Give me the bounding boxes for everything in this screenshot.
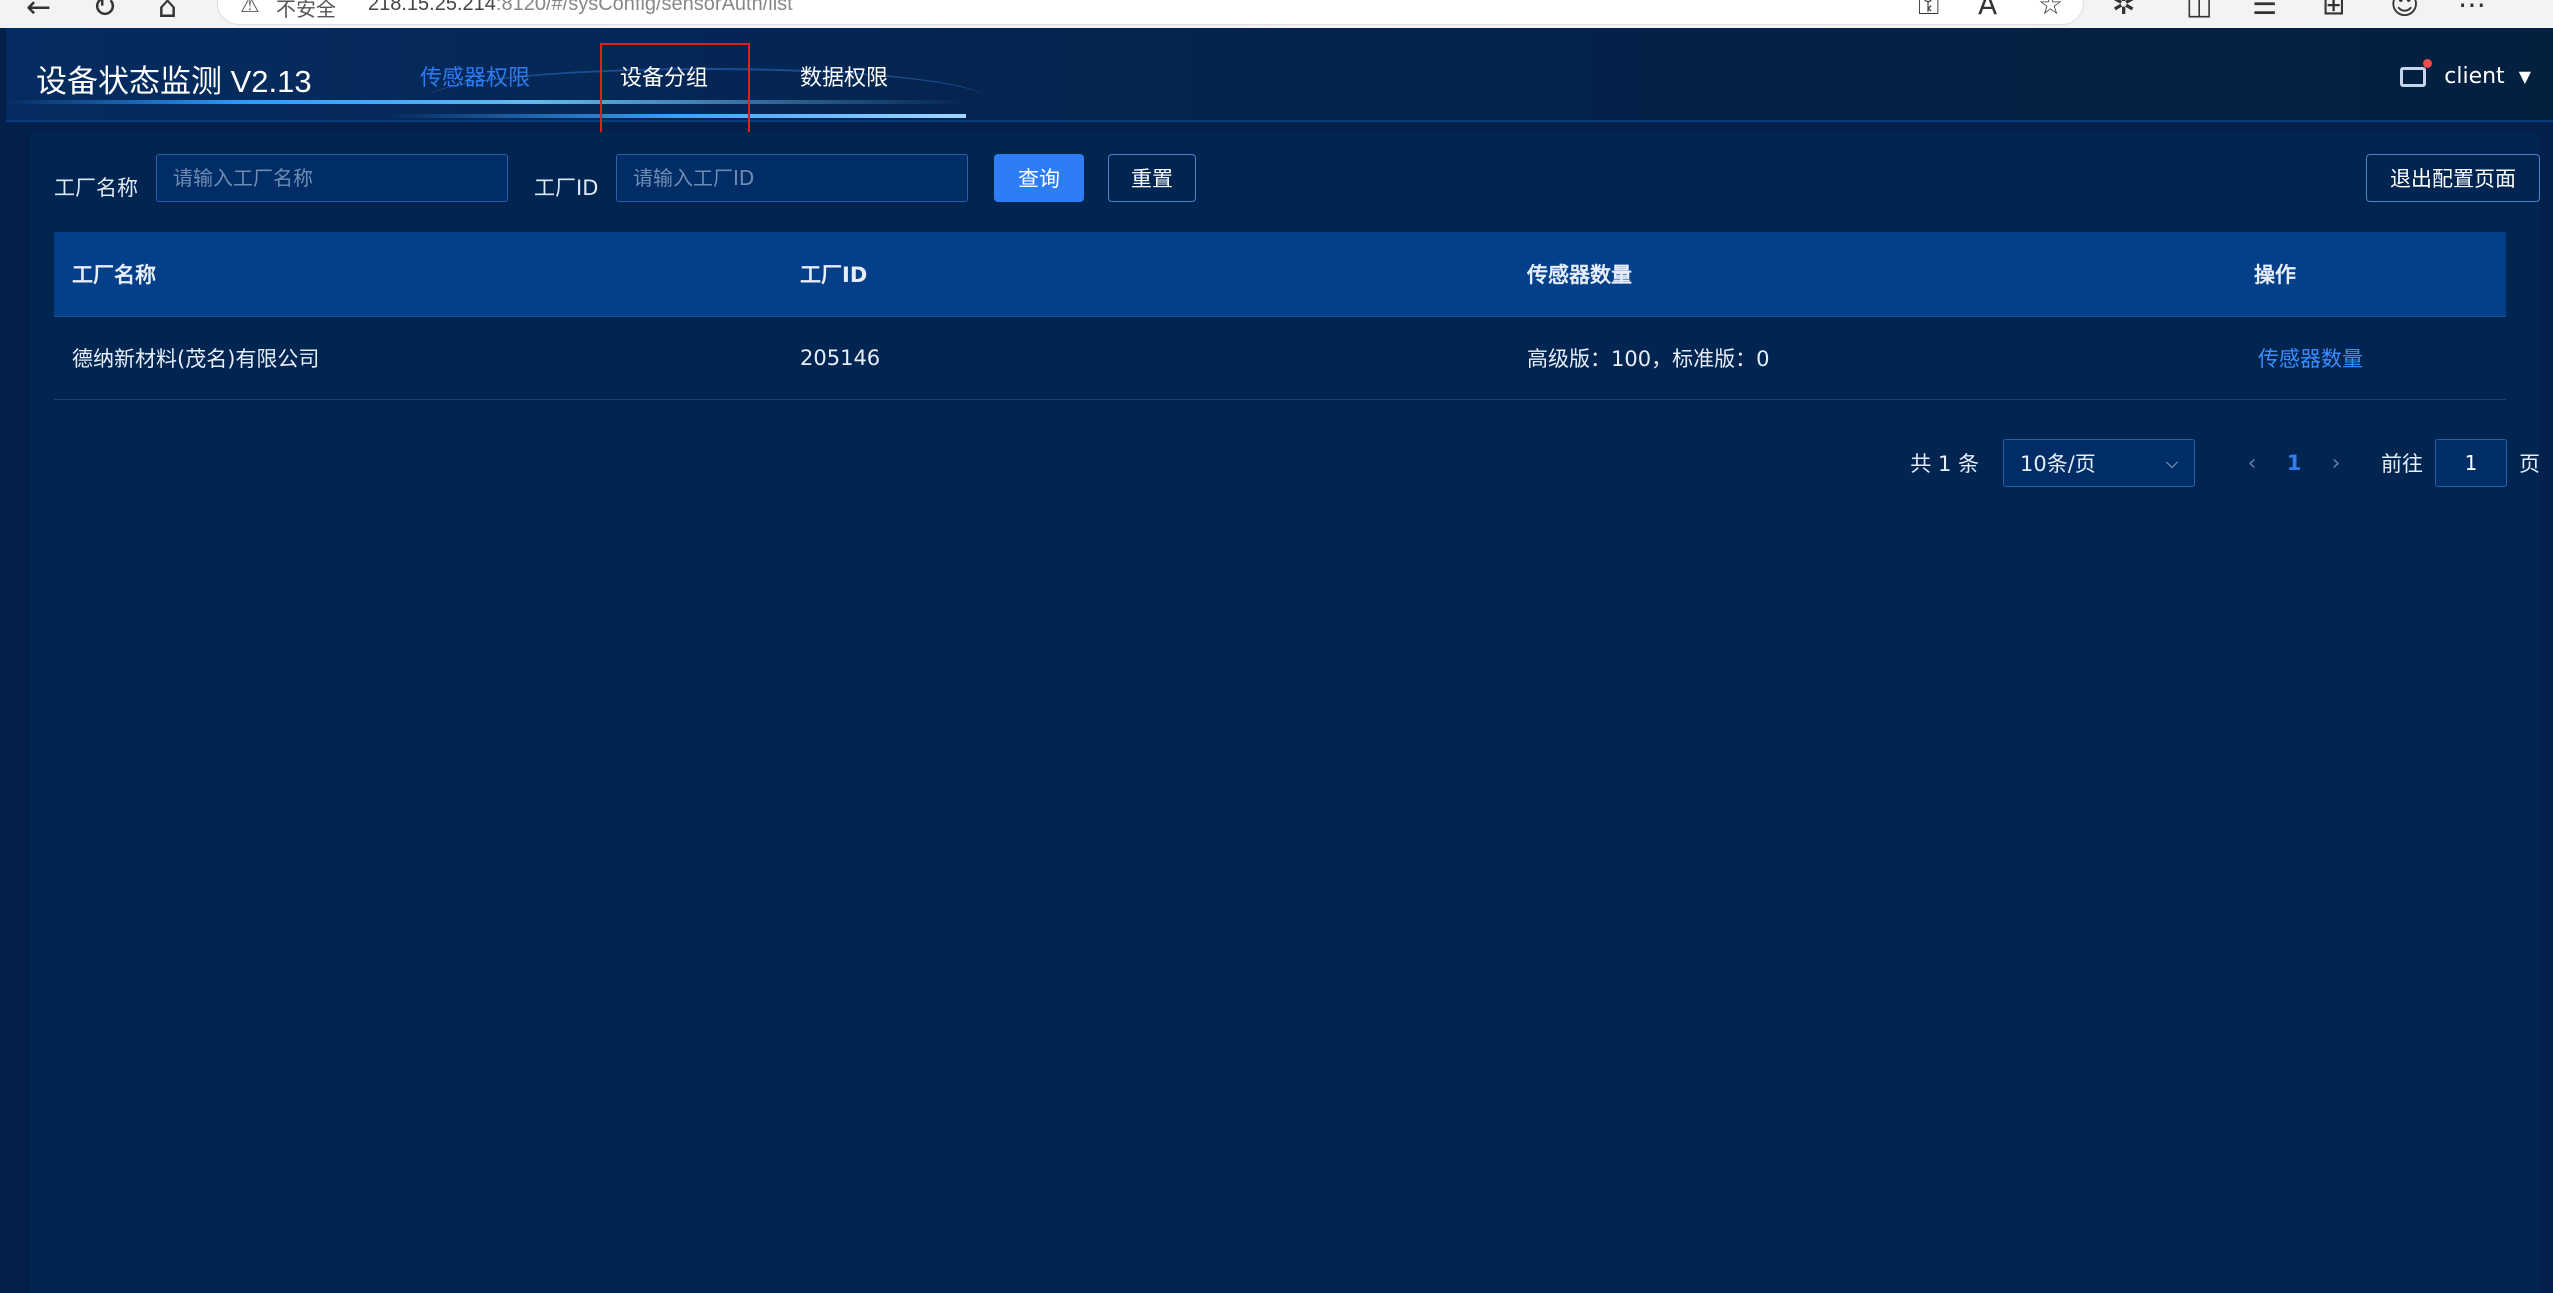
main-panel: 工厂名称 工厂ID 查询 重置 退出配置页面 工厂名称 工厂ID 传感器数量 操… (30, 132, 2540, 1293)
cell-factory-name: 德纳新材料(茂名)有限公司 (72, 347, 320, 371)
extensions-icon[interactable]: ✲ (2112, 0, 2135, 21)
split-screen-icon[interactable]: ◫ (2186, 0, 2212, 21)
next-page-icon[interactable]: › (2319, 451, 2353, 476)
chevron-down-icon: ⌵ (2165, 453, 2178, 472)
warning-icon: ⚠ (240, 0, 260, 18)
profile-icon[interactable]: ☺ (2390, 0, 2419, 21)
cell-actions: 传感器数量 (2236, 343, 2506, 373)
home-icon[interactable]: ⌂ (158, 0, 177, 25)
app-window: 设备状态监测 V2.13 传感器权限 设备分组 数据权限 client ▼ 工厂… (6, 28, 2553, 1293)
nav-data-permission[interactable]: 数据权限 (800, 60, 888, 92)
browser-toolbar: ← ↻ ⌂ ⚠ 不安全 218.15.25.214:8120/#/sysConf… (0, 0, 2553, 28)
address-bar[interactable]: ⚠ 不安全 218.15.25.214:8120/#/sysConfig/sen… (217, 0, 2084, 25)
page-number-current[interactable]: 1 (2269, 451, 2319, 475)
message-icon[interactable] (2398, 59, 2433, 91)
app-title: 设备状态监测 V2.13 (36, 64, 312, 99)
key-icon[interactable]: ⚿ (1918, 0, 1939, 22)
goto-page-input[interactable] (2435, 439, 2507, 487)
read-aloud-icon[interactable]: A (1978, 0, 1997, 21)
factory-id-label: 工厂ID (534, 176, 599, 200)
user-menu[interactable]: client ▼ (2398, 58, 2531, 94)
goto-label: 前往 (2381, 452, 2423, 476)
table-header: 工厂名称 工厂ID 传感器数量 操作 (54, 232, 2506, 317)
security-label: 不安全 (276, 0, 336, 21)
nav-sensor-permission[interactable]: 传感器权限 (420, 60, 530, 92)
notification-dot (2423, 59, 2433, 68)
url-text: 218.15.25.214:8120/#/sysConfig/sensorAut… (368, 0, 793, 15)
back-icon[interactable]: ← (26, 0, 51, 25)
page-unit-label: 页 (2519, 452, 2540, 476)
exit-config-button[interactable]: 退出配置页面 (2366, 154, 2540, 202)
total-count: 共 1 条 (1910, 452, 1979, 476)
factory-table: 工厂名称 工厂ID 传感器数量 操作 德纳新材料(茂名)有限公司 205146 … (54, 232, 2506, 400)
table-row: 德纳新材料(茂名)有限公司 205146 高级版：100，标准版：0 传感器数量 (54, 317, 2506, 400)
page-size-select[interactable]: 10条/页 ⌵ (2003, 439, 2195, 487)
factory-name-input[interactable] (156, 154, 508, 202)
column-header-actions: 操作 (2254, 263, 2296, 287)
favorites-list-icon[interactable]: ☰ (2252, 0, 2277, 21)
prev-page-icon[interactable]: ‹ (2235, 451, 2269, 476)
collections-icon[interactable]: ⊞ (2322, 0, 2345, 21)
top-header: 设备状态监测 V2.13 传感器权限 设备分组 数据权限 client ▼ (6, 28, 2553, 122)
sensor-count-link[interactable]: 传感器数量 (2254, 347, 2363, 371)
factory-id-input[interactable] (616, 154, 968, 202)
query-button[interactable]: 查询 (994, 154, 1084, 202)
factory-name-label: 工厂名称 (54, 176, 138, 200)
column-header-factory-name: 工厂名称 (72, 263, 156, 287)
more-icon[interactable]: ⋯ (2458, 0, 2486, 21)
favorite-icon[interactable]: ☆ (2038, 0, 2063, 21)
pagination: 共 1 条 10条/页 ⌵ ‹ 1 › 前往 页 (1910, 438, 2540, 488)
page-size-value: 10条/页 (2020, 452, 2096, 476)
column-header-sensor-count: 传感器数量 (1527, 263, 1632, 287)
refresh-icon[interactable]: ↻ (92, 0, 117, 25)
cell-factory-id: 205146 (800, 346, 881, 370)
reset-button[interactable]: 重置 (1108, 154, 1196, 202)
user-name[interactable]: client (2444, 64, 2504, 89)
cell-sensor-count: 高级版：100，标准版：0 (1527, 347, 1770, 371)
column-header-factory-id: 工厂ID (800, 263, 868, 287)
caret-down-icon[interactable]: ▼ (2519, 67, 2531, 86)
